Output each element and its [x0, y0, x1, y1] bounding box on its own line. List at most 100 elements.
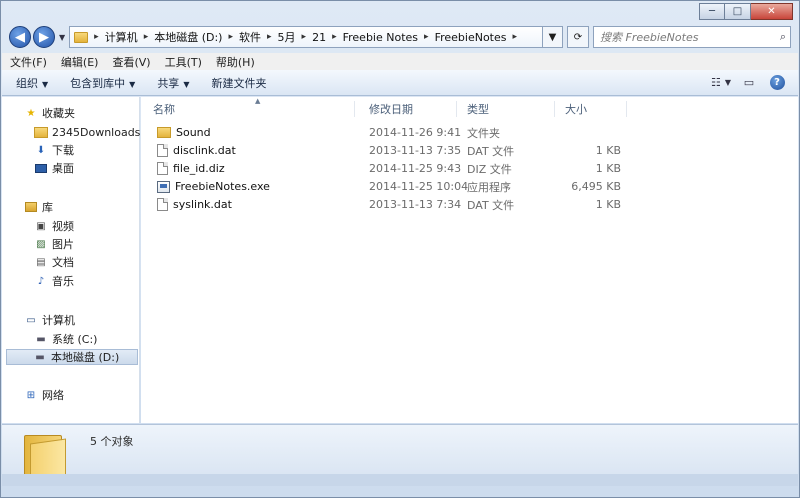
folder-icon [157, 127, 171, 138]
drive-icon: ▬ [35, 351, 45, 363]
nav-pictures[interactable]: ▨ 图片 [34, 236, 74, 252]
share-button[interactable]: 共享 ▼ [157, 75, 189, 91]
desktop-icon [34, 162, 48, 174]
nav-network[interactable]: ⊞ 网络 [24, 387, 64, 403]
nav-desktop[interactable]: 桌面 [34, 160, 74, 176]
file-size: 6,495 KB [571, 180, 621, 193]
details-pane: 5 个对象 [2, 424, 798, 486]
video-icon: ▣ [36, 220, 46, 232]
breadcrumb-drive-d[interactable]: 本地磁盘 (D:) ▸ [154, 29, 239, 45]
menu-edit[interactable]: 编辑(E) [61, 54, 99, 70]
close-button[interactable]: ✕ [751, 3, 793, 20]
nav-label: 文档 [52, 256, 74, 269]
nav-label: 音乐 [52, 275, 74, 288]
file-type: DAT 文件 [467, 198, 515, 212]
nav-label: 下载 [52, 144, 74, 157]
window-controls: ─ □ ✕ [699, 3, 793, 20]
column-header-date[interactable]: 修改日期 [359, 101, 457, 117]
nav-label: 计算机 [42, 314, 75, 327]
navigation-pane: ★ 收藏夹 2345Downloads ⬇ 下载 桌面 库 ▣ 视频 ▨ 图片 … [2, 97, 140, 423]
maximize-button[interactable]: □ [725, 3, 751, 20]
help-icon: ? [769, 75, 785, 90]
breadcrumb-root[interactable]: ▸ [88, 32, 105, 42]
application-icon [157, 180, 170, 193]
file-date: 2014-11-25 9:43 [369, 162, 462, 175]
nav-label: 本地磁盘 (D:) [51, 351, 120, 364]
menu-bar: 文件(F) 编辑(E) 查看(V) 工具(T) 帮助(H) [2, 53, 798, 70]
nav-drive-c[interactable]: ▬ 系统 (C:) [34, 331, 97, 347]
nav-libraries[interactable]: 库 [24, 199, 53, 215]
file-row[interactable]: syslink.dat 2013-11-13 7:34 DAT 文件 1 KB [151, 196, 621, 213]
menu-help[interactable]: 帮助(H) [216, 54, 255, 70]
address-row: ◀ ▶ ▼ ▸ 计算机 ▸ 本地磁盘 (D:) ▸ 软件 ▸ 5月 ▸ 21 ▸ Free… [9, 23, 791, 51]
document-icon [157, 144, 168, 157]
nav-label: 系统 (C:) [52, 333, 98, 346]
folder-icon [74, 31, 89, 43]
view-options-icon[interactable]: ☷ ▼ [710, 74, 732, 92]
minimize-button[interactable]: ─ [699, 3, 725, 20]
nav-videos[interactable]: ▣ 视频 [34, 218, 74, 234]
nav-computer[interactable]: ▭ 计算机 [24, 312, 75, 328]
preview-pane-icon[interactable]: ▭ [738, 74, 760, 92]
menu-file[interactable]: 文件(F) [10, 54, 47, 70]
file-row[interactable]: disclink.dat 2013-11-13 7:35 DAT 文件 1 KB [151, 142, 621, 159]
nav-label: 库 [42, 201, 53, 214]
file-row[interactable]: Sound 2014-11-26 9:41 文件夹 [151, 124, 621, 141]
nav-documents[interactable]: ▤ 文档 [34, 254, 74, 270]
file-row[interactable]: file_id.diz 2014-11-25 9:43 DIZ 文件 1 KB [151, 160, 621, 177]
system-drive-icon: ▬ [36, 333, 46, 345]
command-bar: 组织 ▼ 包含到库中 ▼ 共享 ▼ 新建文件夹 ☷ ▼ ▭ ? [2, 70, 798, 96]
refresh-button[interactable]: ⟳ [567, 26, 589, 48]
search-placeholder: 搜索 FreebieNotes [600, 31, 699, 44]
network-icon: ⊞ [26, 389, 36, 401]
music-icon: ♪ [37, 275, 45, 287]
file-type: 文件夹 [467, 126, 500, 140]
menu-view[interactable]: 查看(V) [112, 54, 150, 70]
breadcrumb-freebienotes[interactable]: FreebieNotes ▸ [435, 31, 523, 44]
organize-button[interactable]: 组织 ▼ [16, 75, 48, 91]
column-header-type[interactable]: 类型 [457, 101, 555, 117]
new-folder-button[interactable]: 新建文件夹 [211, 75, 266, 91]
nav-music[interactable]: ♪ 音乐 [34, 273, 74, 289]
folder-icon [34, 126, 48, 138]
menu-tools[interactable]: 工具(T) [165, 54, 202, 70]
forward-button[interactable]: ▶ [33, 26, 55, 48]
address-dropdown[interactable]: ▼ [543, 26, 563, 48]
nav-label: 桌面 [52, 162, 74, 175]
large-folder-icon [24, 431, 66, 482]
nav-favorites[interactable]: ★ 收藏夹 [24, 105, 75, 121]
back-button[interactable]: ◀ [9, 26, 31, 48]
history-dropdown[interactable]: ▼ [59, 33, 65, 42]
search-input[interactable]: 搜索 FreebieNotes ⌕ [593, 26, 791, 48]
file-list: ▲ 名称 修改日期 类型 大小 Sound 2014-11-26 9:41 文件… [141, 97, 798, 423]
file-row[interactable]: FreebieNotes.exe 2014-11-25 10:04 应用程序 6… [151, 178, 621, 195]
breadcrumb-computer[interactable]: 计算机 ▸ [105, 29, 155, 45]
file-date: 2014-11-25 10:04 [369, 180, 469, 193]
star-icon: ★ [26, 107, 36, 119]
search-icon[interactable]: ⌕ [780, 30, 786, 44]
nav-drive-d[interactable]: ▬ 本地磁盘 (D:) [6, 349, 138, 365]
help-button[interactable]: ? [766, 74, 788, 92]
file-type: DAT 文件 [467, 144, 515, 158]
nav-2345downloads[interactable]: 2345Downloads [34, 124, 140, 140]
file-name: syslink.dat [173, 198, 232, 211]
address-bar[interactable]: ▸ 计算机 ▸ 本地磁盘 (D:) ▸ 软件 ▸ 5月 ▸ 21 ▸ Freebie No… [69, 26, 543, 48]
file-name: disclink.dat [173, 144, 236, 157]
include-in-library-button[interactable]: 包含到库中 ▼ [70, 75, 135, 91]
pictures-icon: ▨ [36, 238, 46, 250]
document-icon [157, 162, 168, 175]
nav-label: 2345Downloads [52, 125, 141, 139]
breadcrumb-freebie-notes[interactable]: Freebie Notes ▸ [343, 31, 435, 44]
nav-label: 网络 [42, 389, 64, 402]
breadcrumb-may[interactable]: 5月 ▸ [278, 29, 313, 45]
download-folder-icon: ⬇ [36, 144, 46, 156]
breadcrumb-21[interactable]: 21 ▸ [312, 31, 343, 44]
nav-downloads[interactable]: ⬇ 下载 [34, 142, 74, 158]
file-size: 1 KB [595, 198, 621, 211]
file-type: 应用程序 [467, 180, 511, 194]
file-name: Sound [176, 126, 211, 139]
column-header-name[interactable]: 名称 [143, 101, 355, 117]
breadcrumb-software[interactable]: 软件 ▸ [239, 29, 278, 45]
nav-label: 图片 [52, 238, 74, 251]
column-header-size[interactable]: 大小 [555, 101, 627, 117]
